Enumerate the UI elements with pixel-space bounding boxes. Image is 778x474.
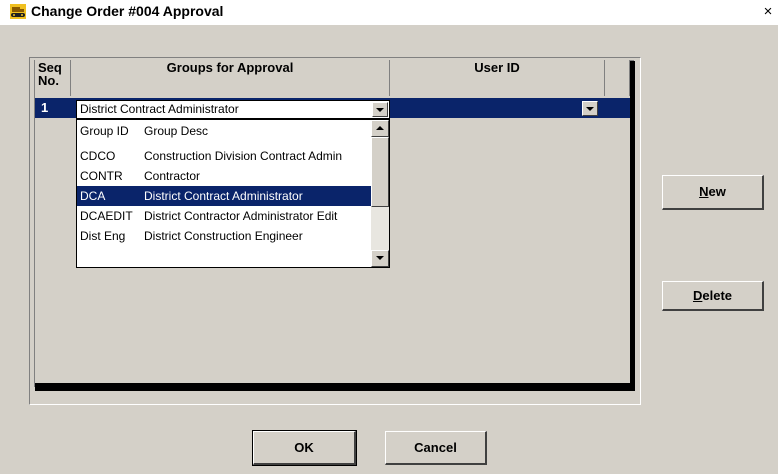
chevron-down-icon[interactable]	[582, 101, 598, 116]
ok-button[interactable]: OK	[252, 430, 357, 466]
list-item-group-id: DCAEDIT	[80, 209, 133, 223]
cancel-button[interactable]: Cancel	[385, 431, 487, 465]
list-item[interactable]: Dist Eng District Construction Engineer	[77, 226, 371, 246]
delete-button[interactable]: Delete	[662, 281, 764, 311]
grid-border-bottom	[35, 383, 635, 391]
list-item-group-id: CDCO	[80, 149, 116, 163]
list-item-group-desc: District Construction Engineer	[144, 229, 303, 243]
list-item[interactable]: CONTR Contractor	[77, 166, 371, 186]
column-header-label: User ID	[474, 60, 520, 75]
scroll-down-icon[interactable]	[371, 250, 389, 267]
dropdown-header-group-id: Group ID	[80, 124, 129, 138]
scroll-up-icon[interactable]	[371, 120, 389, 137]
column-header-user-id[interactable]: User ID	[390, 60, 605, 96]
list-item-selected[interactable]: DCA District Contract Administrator	[77, 186, 371, 206]
column-header-filler	[605, 60, 630, 96]
chevron-down-icon[interactable]	[372, 102, 388, 117]
new-button[interactable]: New	[662, 175, 764, 210]
column-header-label: Seq No.	[38, 60, 62, 88]
list-item-group-desc: District Contractor Administrator Edit	[144, 209, 338, 223]
dropdown-header: Group ID Group Desc	[77, 121, 371, 141]
column-header-groups-for-approval[interactable]: Groups for Approval	[71, 60, 390, 96]
list-item[interactable]: DCAEDIT District Contractor Administrato…	[77, 206, 371, 226]
dropdown-header-group-desc: Group Desc	[144, 124, 209, 138]
group-combo-value: District Contract Administrator	[80, 102, 239, 116]
new-button-label: ew	[708, 184, 726, 199]
delete-button-label: elete	[702, 288, 733, 303]
scrollbar-thumb[interactable]	[371, 137, 389, 207]
bulldozer-icon	[10, 4, 26, 19]
list-item-group-id: Dist Eng	[80, 229, 126, 243]
grid-border-right	[630, 61, 635, 391]
list-item[interactable]: CDCO Construction Division Contract Admi…	[77, 146, 371, 166]
list-item-group-id: DCA	[80, 189, 106, 203]
delete-button-mnemonic: D	[692, 288, 703, 303]
column-header-label: Groups for Approval	[166, 60, 294, 75]
list-item-group-id: CONTR	[80, 169, 123, 183]
close-icon[interactable]: ×	[760, 3, 776, 21]
column-header-seq-no[interactable]: Seq No.	[35, 60, 71, 96]
list-item-group-desc: District Contract Administrator	[144, 189, 303, 203]
dropdown-scrollbar[interactable]	[371, 120, 389, 267]
new-button-mnemonic: N	[699, 184, 709, 199]
title-bar: Change Order #004 Approval ×	[0, 0, 778, 24]
seq-no-cell: 1	[41, 100, 49, 115]
list-item-group-desc: Contractor	[144, 169, 201, 183]
list-item-group-desc: Construction Division Contract Admin	[144, 149, 343, 163]
window-title: Change Order #004 Approval	[31, 3, 224, 19]
group-dropdown-list[interactable]: Group ID Group Desc CDCO Construction Di…	[76, 119, 390, 268]
group-combo[interactable]: District Contract Administrator	[76, 100, 390, 119]
divider	[0, 24, 778, 25]
